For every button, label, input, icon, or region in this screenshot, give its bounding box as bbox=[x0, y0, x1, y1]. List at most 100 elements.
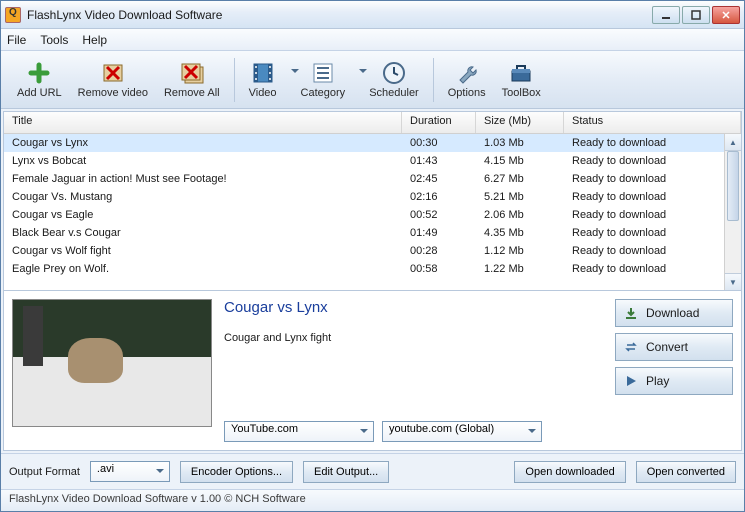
statusbar: FlashLynx Video Download Software v 1.00… bbox=[1, 489, 744, 511]
toolbar: Add URL Remove video Remove All Video Ca… bbox=[1, 51, 744, 109]
scheduler-button[interactable]: Scheduler bbox=[361, 57, 427, 103]
remove-icon bbox=[101, 61, 125, 85]
scroll-down-arrow[interactable]: ▼ bbox=[725, 273, 741, 290]
play-icon bbox=[624, 374, 638, 388]
cell-size: 4.15 Mb bbox=[476, 155, 564, 167]
cell-size: 1.03 Mb bbox=[476, 137, 564, 149]
video-list: Title Duration Size (Mb) Status Cougar v… bbox=[3, 111, 742, 291]
category-button[interactable]: Category bbox=[293, 57, 362, 103]
cell-status: Ready to download bbox=[564, 227, 741, 239]
convert-icon bbox=[624, 340, 638, 354]
detail-actions: Download Convert Play bbox=[615, 299, 733, 442]
table-row[interactable]: Cougar Vs. Mustang02:165.21 MbReady to d… bbox=[4, 188, 741, 206]
column-title[interactable]: Title bbox=[4, 112, 402, 133]
cell-status: Ready to download bbox=[564, 209, 741, 221]
menu-file[interactable]: File bbox=[7, 33, 26, 47]
table-row[interactable]: Cougar vs Lynx00:301.03 MbReady to downl… bbox=[4, 134, 741, 152]
download-icon bbox=[624, 306, 638, 320]
remove-all-icon bbox=[180, 61, 204, 85]
cell-size: 1.12 Mb bbox=[476, 245, 564, 257]
add-url-button[interactable]: Add URL bbox=[9, 57, 70, 103]
open-converted-button[interactable]: Open converted bbox=[636, 461, 736, 483]
menubar: File Tools Help bbox=[1, 29, 744, 51]
cell-duration: 02:16 bbox=[402, 191, 476, 203]
download-button[interactable]: Download bbox=[615, 299, 733, 327]
content-area: Title Duration Size (Mb) Status Cougar v… bbox=[1, 109, 744, 453]
table-row[interactable]: Eagle Prey on Wolf.00:581.22 MbReady to … bbox=[4, 260, 741, 278]
menu-help[interactable]: Help bbox=[82, 33, 107, 47]
maximize-button[interactable] bbox=[682, 6, 710, 24]
cell-title: Cougar vs Eagle bbox=[4, 209, 402, 221]
column-status[interactable]: Status bbox=[564, 112, 741, 133]
list-body[interactable]: Cougar vs Lynx00:301.03 MbReady to downl… bbox=[4, 134, 741, 290]
cell-status: Ready to download bbox=[564, 263, 741, 275]
server-select[interactable]: youtube.com (Global) bbox=[382, 421, 542, 442]
table-row[interactable]: Cougar vs Eagle00:522.06 MbReady to down… bbox=[4, 206, 741, 224]
film-icon bbox=[251, 61, 275, 85]
list-icon bbox=[311, 61, 335, 85]
column-duration[interactable]: Duration bbox=[402, 112, 476, 133]
remove-video-button[interactable]: Remove video bbox=[70, 57, 156, 103]
encoder-options-button[interactable]: Encoder Options... bbox=[180, 461, 293, 483]
scroll-up-arrow[interactable]: ▲ bbox=[725, 134, 741, 151]
cell-duration: 00:28 bbox=[402, 245, 476, 257]
cell-title: Cougar vs Lynx bbox=[4, 137, 402, 149]
toolbar-separator bbox=[234, 58, 235, 102]
column-size[interactable]: Size (Mb) bbox=[476, 112, 564, 133]
cell-title: Female Jaguar in action! Must see Footag… bbox=[4, 173, 402, 185]
menu-tools[interactable]: Tools bbox=[40, 33, 68, 47]
table-row[interactable]: Black Bear v.s Cougar01:494.35 MbReady t… bbox=[4, 224, 741, 242]
detail-panel: Cougar vs Lynx Cougar and Lynx fight You… bbox=[3, 291, 742, 451]
play-button[interactable]: Play bbox=[615, 367, 733, 395]
cell-size: 1.22 Mb bbox=[476, 263, 564, 275]
output-format-select[interactable]: .avi bbox=[90, 461, 170, 482]
cell-title: Cougar vs Wolf fight bbox=[4, 245, 402, 257]
titlebar[interactable]: FlashLynx Video Download Software bbox=[1, 1, 744, 29]
cell-status: Ready to download bbox=[564, 173, 741, 185]
minimize-button[interactable] bbox=[652, 6, 680, 24]
cell-duration: 01:43 bbox=[402, 155, 476, 167]
cell-duration: 01:49 bbox=[402, 227, 476, 239]
remove-all-button[interactable]: Remove All bbox=[156, 57, 228, 103]
toolbox-button[interactable]: ToolBox bbox=[494, 57, 549, 103]
options-button[interactable]: Options bbox=[440, 57, 494, 103]
cell-size: 2.06 Mb bbox=[476, 209, 564, 221]
output-format-label: Output Format bbox=[9, 466, 80, 478]
window-title: FlashLynx Video Download Software bbox=[27, 8, 652, 22]
cell-status: Ready to download bbox=[564, 155, 741, 167]
detail-description: Cougar and Lynx fight bbox=[224, 332, 603, 421]
wrench-icon bbox=[455, 61, 479, 85]
video-thumbnail bbox=[12, 299, 212, 427]
bottom-bar: Output Format .avi Encoder Options... Ed… bbox=[1, 453, 744, 489]
list-header: Title Duration Size (Mb) Status bbox=[4, 112, 741, 134]
cell-status: Ready to download bbox=[564, 191, 741, 203]
table-row[interactable]: Cougar vs Wolf fight00:281.12 MbReady to… bbox=[4, 242, 741, 260]
edit-output-button[interactable]: Edit Output... bbox=[303, 461, 389, 483]
cell-duration: 00:30 bbox=[402, 137, 476, 149]
cell-duration: 02:45 bbox=[402, 173, 476, 185]
plus-icon bbox=[27, 61, 51, 85]
close-button[interactable] bbox=[712, 6, 740, 24]
video-button[interactable]: Video bbox=[241, 57, 293, 103]
detail-info: Cougar vs Lynx Cougar and Lynx fight You… bbox=[224, 299, 603, 442]
table-row[interactable]: Lynx vs Bobcat01:434.15 MbReady to downl… bbox=[4, 152, 741, 170]
cell-title: Lynx vs Bobcat bbox=[4, 155, 402, 167]
cell-size: 5.21 Mb bbox=[476, 191, 564, 203]
scroll-thumb[interactable] bbox=[727, 151, 739, 221]
source-select[interactable]: YouTube.com bbox=[224, 421, 374, 442]
cell-size: 6.27 Mb bbox=[476, 173, 564, 185]
detail-title: Cougar vs Lynx bbox=[224, 299, 603, 316]
clock-icon bbox=[382, 61, 406, 85]
cell-title: Black Bear v.s Cougar bbox=[4, 227, 402, 239]
cell-duration: 00:52 bbox=[402, 209, 476, 221]
convert-button[interactable]: Convert bbox=[615, 333, 733, 361]
vertical-scrollbar[interactable]: ▲ ▼ bbox=[724, 134, 741, 290]
table-row[interactable]: Female Jaguar in action! Must see Footag… bbox=[4, 170, 741, 188]
open-downloaded-button[interactable]: Open downloaded bbox=[514, 461, 625, 483]
cell-size: 4.35 Mb bbox=[476, 227, 564, 239]
cell-duration: 00:58 bbox=[402, 263, 476, 275]
app-icon bbox=[5, 7, 21, 23]
toolbar-separator bbox=[433, 58, 434, 102]
toolbox-icon bbox=[509, 61, 533, 85]
cell-title: Cougar Vs. Mustang bbox=[4, 191, 402, 203]
